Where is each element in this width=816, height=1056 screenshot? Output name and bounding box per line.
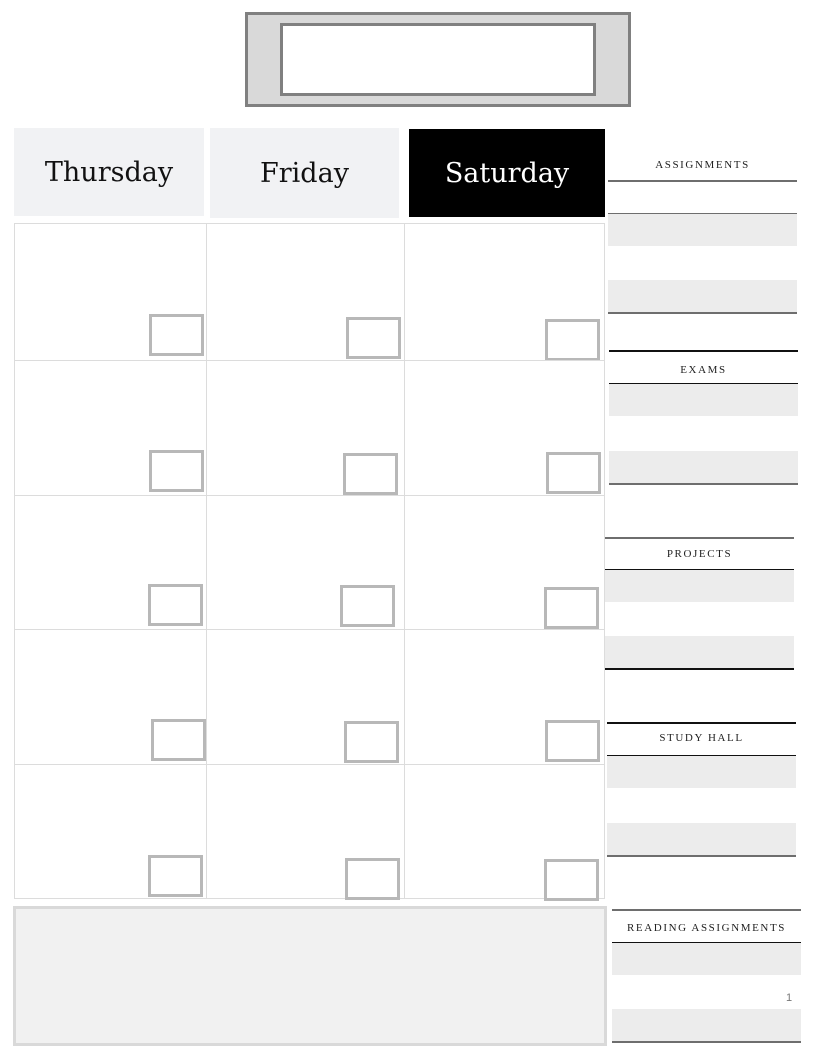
checkbox[interactable] xyxy=(151,719,206,761)
divider xyxy=(605,668,794,670)
checkbox[interactable] xyxy=(148,855,203,897)
day-header-friday: Friday xyxy=(210,128,399,218)
section-title-exams: EXAMS xyxy=(680,364,727,376)
divider xyxy=(608,180,797,182)
section-title-assignments: ASSIGNMENTS xyxy=(655,159,750,171)
entry-row[interactable] xyxy=(612,1009,801,1041)
entry-row[interactable] xyxy=(605,570,794,602)
checkbox[interactable] xyxy=(544,587,599,629)
entry-row[interactable] xyxy=(608,280,797,312)
checkbox[interactable] xyxy=(545,319,600,361)
divider xyxy=(609,483,798,485)
checkbox[interactable] xyxy=(148,584,203,626)
checkbox[interactable] xyxy=(343,453,398,495)
checkbox[interactable] xyxy=(345,858,400,900)
divider xyxy=(607,855,796,857)
divider xyxy=(608,312,797,314)
checkbox[interactable] xyxy=(545,720,600,762)
entry-row[interactable] xyxy=(609,451,798,483)
checkbox[interactable] xyxy=(546,452,601,494)
entry-row[interactable] xyxy=(612,943,801,975)
checkbox[interactable] xyxy=(346,317,401,359)
entry-row[interactable] xyxy=(608,214,797,246)
entry-row[interactable] xyxy=(609,384,798,416)
entry-row[interactable] xyxy=(607,756,796,788)
divider xyxy=(605,537,794,539)
section-title-reading-assignments: READING ASSIGNMENTS xyxy=(626,922,787,934)
title-input-box[interactable] xyxy=(280,23,596,96)
divider xyxy=(612,909,801,911)
checkbox[interactable] xyxy=(544,859,599,901)
checkbox[interactable] xyxy=(149,450,204,492)
divider xyxy=(607,722,796,724)
section-title-projects: PROJECTS xyxy=(666,548,733,560)
checkbox[interactable] xyxy=(149,314,204,356)
entry-row[interactable] xyxy=(607,823,796,855)
divider xyxy=(612,1041,801,1043)
section-title-study-hall: STUDY HALL xyxy=(659,732,744,744)
checkbox[interactable] xyxy=(344,721,399,763)
entry-row[interactable] xyxy=(605,636,794,668)
divider xyxy=(609,350,798,352)
checkbox[interactable] xyxy=(340,585,395,627)
day-header-saturday: Saturday xyxy=(409,129,605,217)
day-header-thursday: Thursday xyxy=(14,128,204,216)
notes-box[interactable] xyxy=(13,906,607,1046)
page-number: 1 xyxy=(786,992,793,1004)
